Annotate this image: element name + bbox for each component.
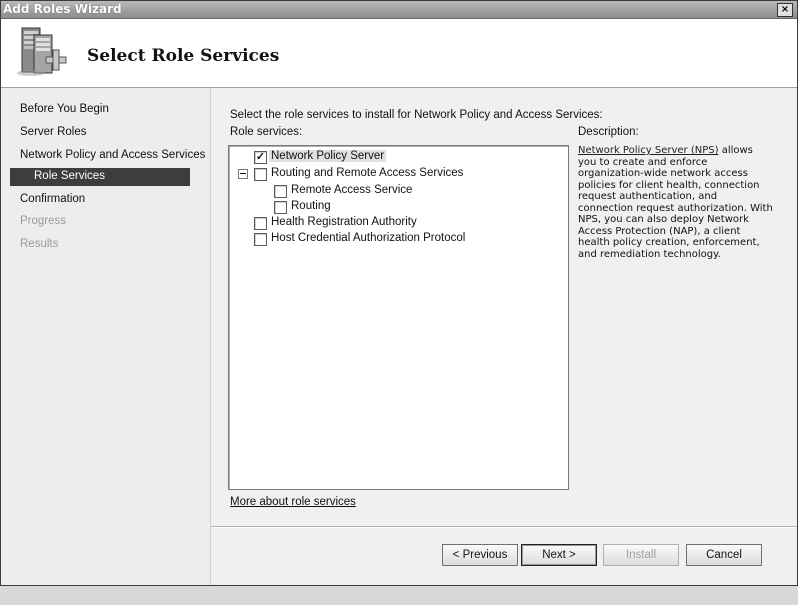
- nav-step-server-roles[interactable]: Server Roles: [20, 126, 86, 138]
- more-about-role-services-link[interactable]: More about role services: [230, 496, 356, 508]
- nav-step-results: Results: [20, 238, 59, 250]
- tree-item-label: Routing and Remote Access Services: [271, 167, 464, 179]
- nps-description-link[interactable]: Network Policy Server (NPS): [578, 145, 719, 156]
- content-pane: Select the role services to install for …: [211, 88, 797, 585]
- check-mark-icon: ✓: [255, 151, 266, 163]
- description-body: allows you to create and enforce organiz…: [578, 145, 773, 260]
- title-bar: Add Roles Wizard ×: [1, 1, 797, 19]
- checkbox-health-registration-authority[interactable]: [254, 217, 267, 230]
- previous-button[interactable]: < Previous: [442, 544, 518, 566]
- minus-icon: [240, 173, 246, 174]
- wizard-step-nav: Before You Begin Server Roles Network Po…: [1, 88, 211, 585]
- tree-item-label: Remote Access Service: [291, 184, 413, 196]
- nav-step-npas[interactable]: Network Policy and Access Services: [20, 149, 205, 161]
- next-button[interactable]: Next >: [521, 544, 597, 566]
- checkbox-routing[interactable]: [274, 201, 287, 214]
- checkbox-network-policy-server[interactable]: ✓: [254, 151, 267, 164]
- window-title: Add Roles Wizard: [3, 2, 122, 16]
- server-roles-icon: [17, 27, 67, 76]
- nav-step-role-services[interactable]: Role Services: [10, 168, 190, 186]
- role-services-tree[interactable]: ✓ Network Policy Server Routing and Remo…: [228, 145, 569, 490]
- wizard-header: Select Role Services: [1, 19, 797, 88]
- cancel-button[interactable]: Cancel: [686, 544, 762, 566]
- checkbox-host-credential-authorization[interactable]: [254, 233, 267, 246]
- page-title: Select Role Services: [87, 46, 280, 66]
- tree-item-label: Network Policy Server: [269, 150, 387, 162]
- footer-separator: [211, 526, 797, 528]
- checkbox-routing-and-remote-access[interactable]: [254, 168, 267, 181]
- tree-item-label: Health Registration Authority: [271, 216, 417, 228]
- tree-item-label: Routing: [291, 200, 331, 212]
- collapse-expander-icon[interactable]: [238, 169, 248, 179]
- nav-step-role-services-label: Role Services: [34, 170, 105, 182]
- checkbox-remote-access-service[interactable]: [274, 185, 287, 198]
- install-button: Install: [603, 544, 679, 566]
- description-text: Network Policy Server (NPS) allows you t…: [578, 145, 773, 260]
- nav-step-progress: Progress: [20, 215, 67, 227]
- nav-step-confirmation[interactable]: Confirmation: [20, 193, 85, 205]
- tree-item-label: Host Credential Authorization Protocol: [271, 232, 466, 244]
- close-button[interactable]: ×: [777, 3, 793, 17]
- role-services-label: Role services:: [230, 126, 303, 138]
- nav-step-before-you-begin[interactable]: Before You Begin: [20, 103, 109, 115]
- description-label: Description:: [578, 126, 639, 138]
- bottom-strip: [0, 586, 798, 605]
- instruction-text: Select the role services to install for …: [230, 109, 603, 121]
- add-roles-wizard-window: Add Roles Wizard × Select Role Services …: [0, 0, 798, 586]
